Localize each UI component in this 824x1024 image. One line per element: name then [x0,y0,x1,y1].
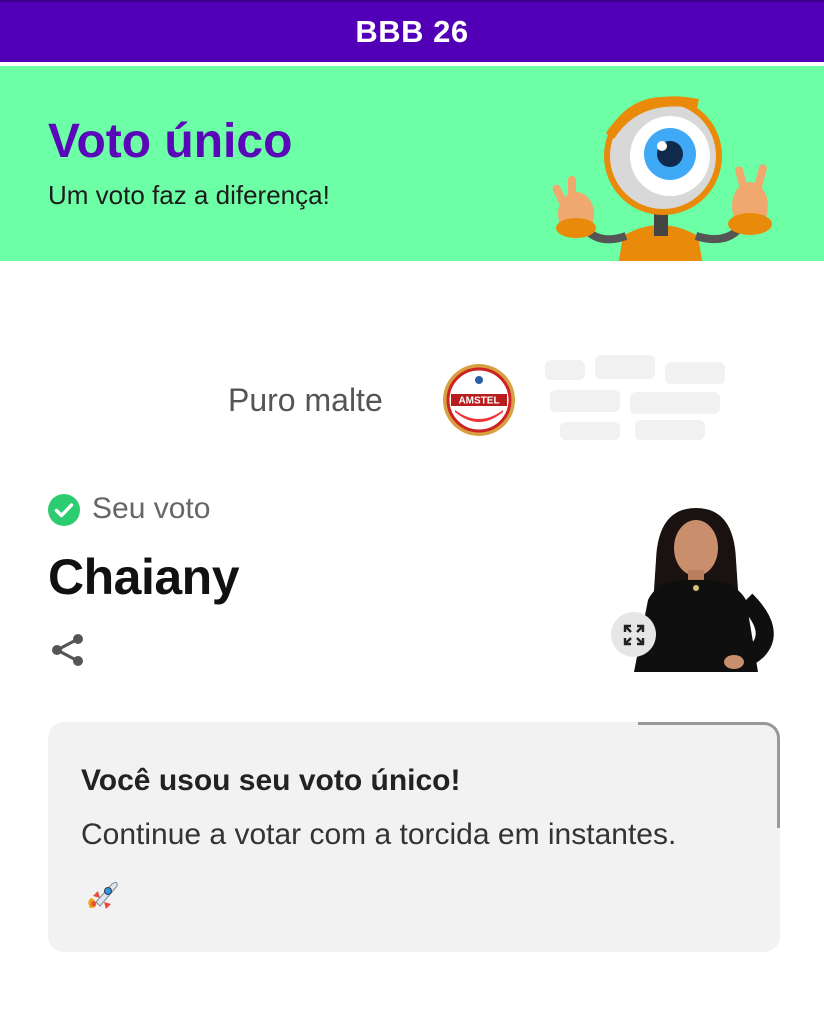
voto-unico-banner: Voto único Um voto faz a diferença! [0,66,824,261]
banner-title: Voto único [48,115,293,168]
candidate-name: Chaiany [48,549,240,605]
vote-used-notice: Você usou seu voto único! Continue a vot… [48,722,780,952]
app-title: BBB 26 [355,14,469,49]
expand-photo-button[interactable] [611,612,656,657]
notice-title: Você usou seu voto único! [81,764,461,797]
share-icon[interactable] [50,632,86,668]
rocket-icon [88,881,118,909]
sponsor-faded-graphic [545,355,725,440]
check-circle-icon [48,494,80,526]
svg-text:AMSTEL: AMSTEL [458,396,499,407]
amstel-logo-icon: AMSTEL [443,364,515,436]
expand-icon [623,624,644,645]
banner-subtitle: Um voto faz a diferença! [48,180,330,210]
sponsor-text: Puro malte [228,382,383,418]
top-bar: BBB 26 [0,0,824,62]
notice-message: Continue a votar com a torcida em instan… [81,818,677,851]
big-brother-eye-mascot-icon [552,96,772,261]
vote-status-label: Seu voto [92,492,211,525]
card-corner-accent [638,722,780,828]
